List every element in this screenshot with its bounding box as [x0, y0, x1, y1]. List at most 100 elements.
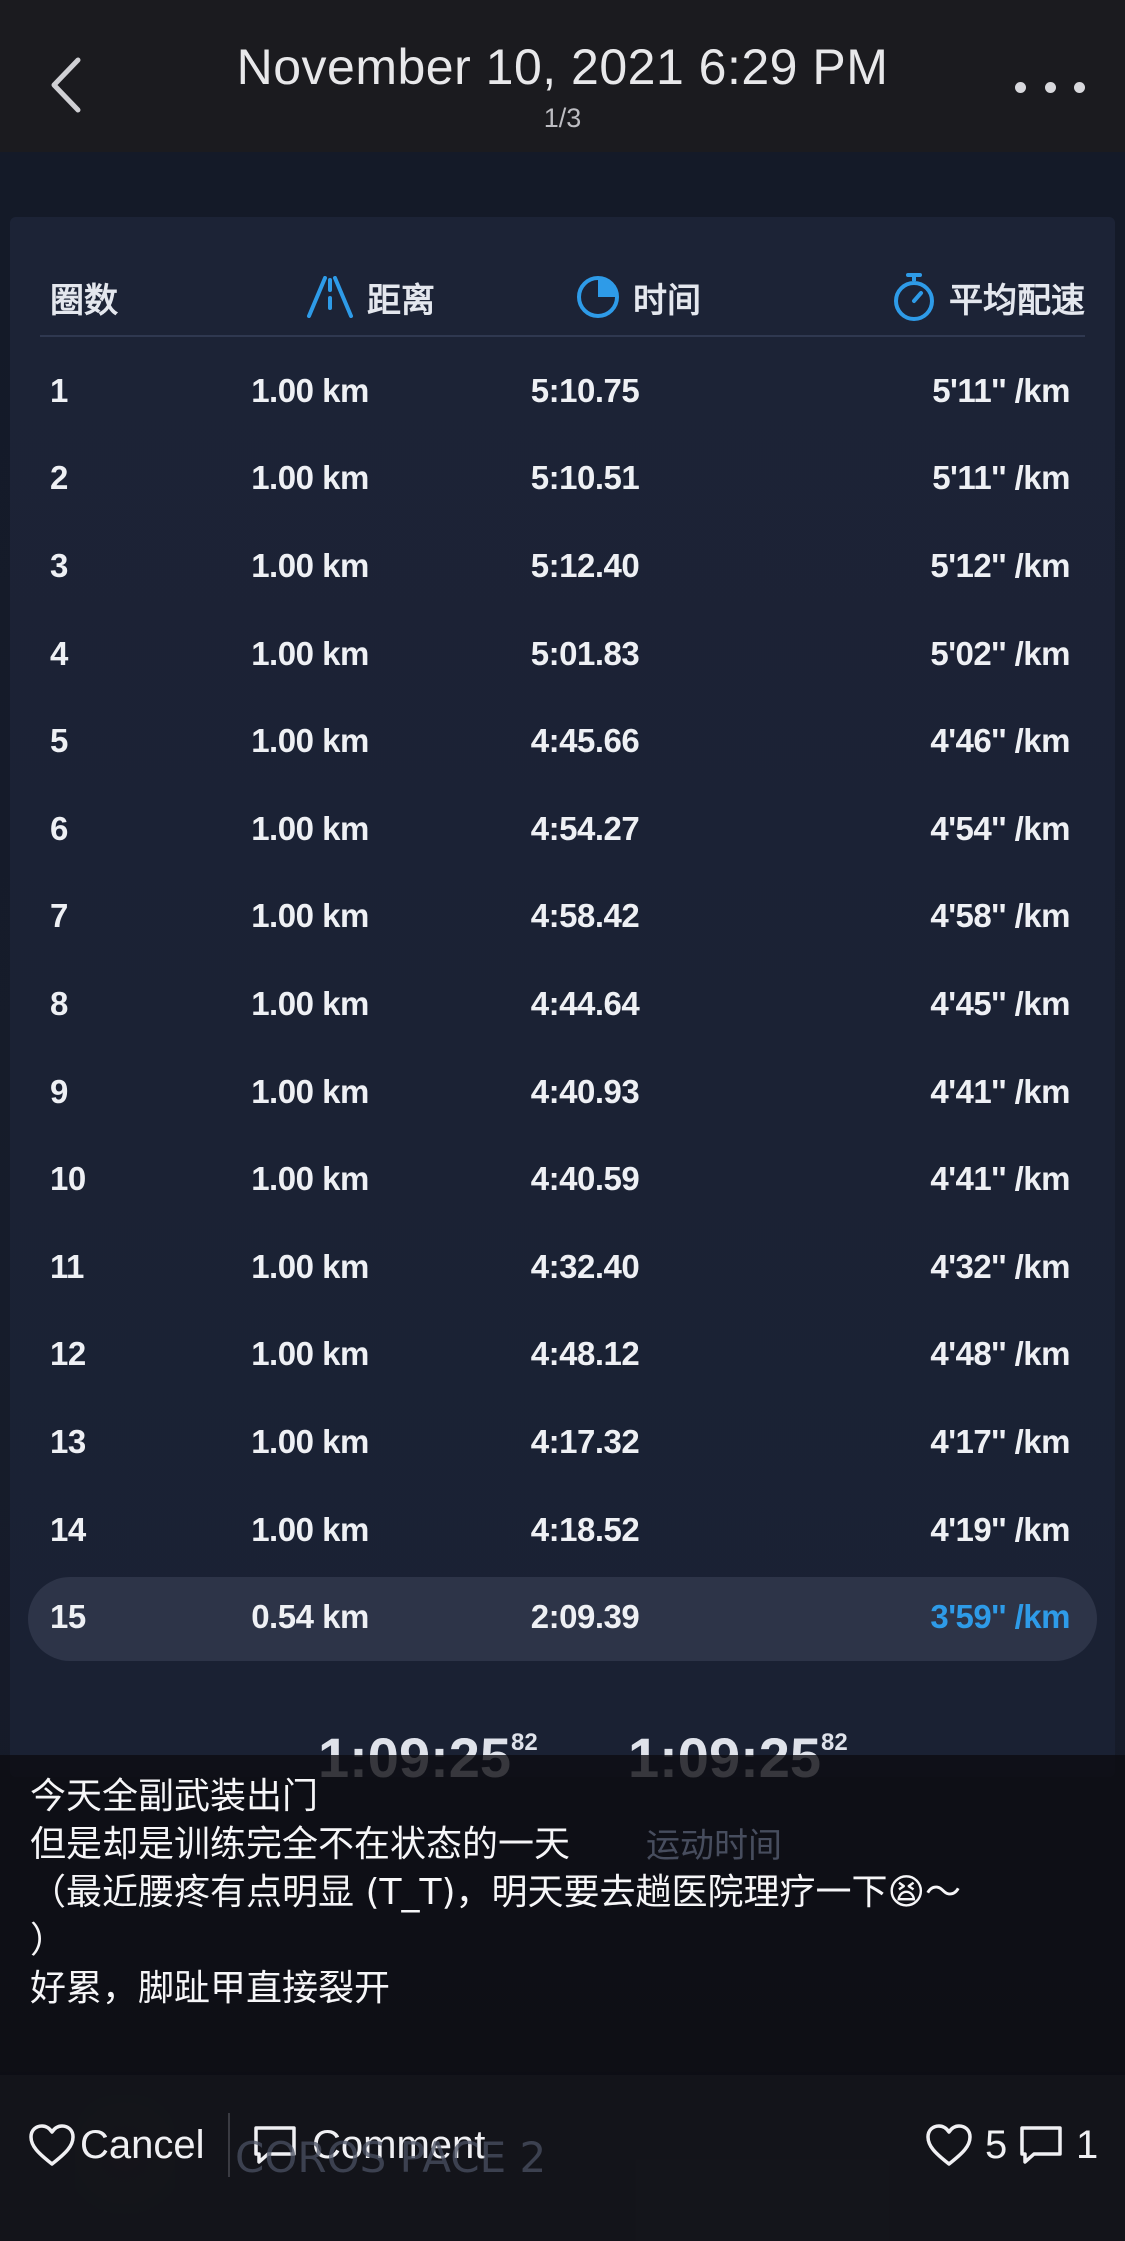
heart-icon [926, 2124, 972, 2166]
lap-time: 4:40.59 [530, 1160, 640, 1198]
lap-number: 15 [50, 1598, 86, 1636]
lap-distance: 1.00 km [251, 1247, 369, 1285]
watch-brand-label: COROS PACE 2 [235, 2133, 547, 2182]
lap-distance: 1.00 km [251, 371, 369, 409]
column-header-distance-label: 距离 [367, 280, 435, 321]
lap-number: 11 [50, 1247, 84, 1285]
lap-number: 6 [50, 809, 68, 847]
lap-number: 12 [50, 1335, 86, 1373]
lap-distance: 0.54 km [251, 1598, 369, 1636]
lap-number: 4 [50, 634, 68, 672]
table-row: 1 1.00 km 5:10.75 5'11'' /km [40, 347, 1085, 435]
lap-number: 5 [50, 722, 68, 760]
lap-distance: 1.00 km [251, 1072, 369, 1110]
column-header-time: 时间 [575, 267, 701, 327]
table-row: 5 1.00 km 4:45.66 4'46'' /km [40, 697, 1085, 785]
table-row: 7 1.00 km 4:58.42 4'58'' /km [40, 873, 1085, 961]
divider [228, 2113, 230, 2177]
more-horizontal-icon [1015, 81, 1026, 93]
lap-time: 4:44.64 [530, 984, 640, 1022]
lap-time: 4:40.93 [530, 1072, 640, 1110]
lap-time: 5:01.83 [530, 634, 640, 672]
more-button[interactable] [1015, 72, 1085, 102]
lap-number: 8 [50, 984, 68, 1022]
lap-distance: 1.00 km [251, 1422, 369, 1460]
lap-pace: 5'11'' /km [932, 371, 1070, 409]
cancel-like-button[interactable]: Cancel [28, 2110, 205, 2180]
table-row: 4 1.00 km 5:01.83 5'02'' /km [40, 610, 1085, 698]
caption-text: 今天全副武装出门 但是却是训练完全不在状态的一天 （最近腰疼有点明显 (T_T)… [30, 1776, 962, 2009]
table-row: 8 1.00 km 4:44.64 4'45'' /km [40, 960, 1085, 1048]
lap-pace: 5'12'' /km [930, 546, 1070, 584]
road-icon [307, 276, 353, 318]
lap-pace: 4'19'' /km [930, 1510, 1070, 1548]
moving-time-label: 运动时间 [646, 1826, 782, 1866]
cancel-label: Cancel [80, 2122, 205, 2167]
post-caption: 今天全副武装出门 但是却是训练完全不在状态的一天 （最近腰疼有点明显 (T_T)… [0, 1755, 1125, 2075]
lap-number: 1 [50, 371, 68, 409]
lap-pace: 4'48'' /km [930, 1335, 1070, 1373]
lap-number: 14 [50, 1510, 86, 1548]
lap-distance: 1.00 km [251, 1510, 369, 1548]
lap-distance: 1.00 km [251, 809, 369, 847]
comments-count-button[interactable]: 1 [1018, 2110, 1098, 2180]
lap-time: 4:58.42 [530, 897, 640, 935]
lap-distance: 1.00 km [251, 1335, 369, 1373]
photo-counter: 1/3 [543, 103, 582, 133]
lap-time: 4:45.66 [530, 722, 640, 760]
lap-time: 4:18.52 [530, 1510, 640, 1548]
lap-distance: 1.00 km [251, 459, 369, 497]
lap-time: 2:09.39 [530, 1598, 640, 1636]
lap-number: 7 [50, 897, 68, 935]
lap-pace: 4'41'' /km [930, 1072, 1070, 1110]
lap-distance: 1.00 km [251, 546, 369, 584]
lap-pace: 4'54'' /km [930, 809, 1070, 847]
stopwatch-icon [894, 273, 934, 321]
top-bar: November 10, 2021 6:29 PM 1/3 [0, 0, 1125, 152]
lap-number: 10 [50, 1160, 86, 1198]
lap-pace: 5'02'' /km [930, 634, 1070, 672]
column-header-pace-label: 平均配速 [949, 280, 1085, 321]
lap-time: 4:48.12 [530, 1335, 640, 1373]
lap-time: 4:17.32 [530, 1422, 640, 1460]
table-row: 11 1.00 km 4:32.40 4'32'' /km [40, 1223, 1085, 1311]
lap-time: 5:10.51 [530, 459, 640, 497]
column-header-laps: 圈数 [50, 280, 118, 321]
lap-distance: 1.00 km [251, 722, 369, 760]
table-row-highlighted: 15 0.54 km 2:09.39 3'59'' /km [28, 1573, 1097, 1661]
lap-distance: 1.00 km [251, 634, 369, 672]
lap-number: 13 [50, 1422, 86, 1460]
lap-time: 4:32.40 [530, 1247, 640, 1285]
page-title: November 10, 2021 6:29 PM [236, 39, 889, 95]
table-row: 13 1.00 km 4:17.32 4'17'' /km [40, 1398, 1085, 1486]
column-header-pace: 平均配速 [891, 267, 1085, 327]
lap-pace: 3'59'' /km [930, 1598, 1070, 1636]
column-header-distance: 距离 [305, 267, 435, 327]
column-header-time-label: 时间 [633, 280, 701, 321]
table-row: 2 1.00 km 5:10.51 5'11'' /km [40, 435, 1085, 523]
lap-number: 2 [50, 459, 68, 497]
bottom-action-bar: Cancel Comment 5 1 [0, 2075, 1125, 2241]
table-header: 圈数 距离 时间 平均配速 [40, 267, 1085, 337]
table-row: 9 1.00 km 4:40.93 4'41'' /km [40, 1048, 1085, 1136]
table-row: 12 1.00 km 4:48.12 4'48'' /km [40, 1311, 1085, 1399]
lap-pace: 4'46'' /km [930, 722, 1070, 760]
lap-pace: 4'58'' /km [930, 897, 1070, 935]
table-body: 1 1.00 km 5:10.75 5'11'' /km 2 1.00 km 5… [28, 347, 1097, 1661]
lap-distance: 1.00 km [251, 984, 369, 1022]
likes-count-button[interactable]: 5 [925, 2110, 1007, 2180]
comments-count: 1 [1076, 2122, 1099, 2167]
laps-table: 圈数 距离 时间 平均配速 1 1.00 km 5:10.75 5'11'' /… [10, 217, 1115, 1777]
lap-pace: 4'17'' /km [930, 1422, 1070, 1460]
lap-pace: 4'41'' /km [930, 1160, 1070, 1198]
clock-icon [577, 276, 619, 318]
heart-icon [29, 2124, 75, 2166]
lap-distance: 1.00 km [251, 1160, 369, 1198]
lap-number: 3 [50, 546, 68, 584]
table-row: 3 1.00 km 5:12.40 5'12'' /km [40, 522, 1085, 610]
table-row: 10 1.00 km 4:40.59 4'41'' /km [40, 1135, 1085, 1223]
table-row: 6 1.00 km 4:54.27 4'54'' /km [40, 785, 1085, 873]
table-row: 14 1.00 km 4:18.52 4'19'' /km [40, 1486, 1085, 1574]
lap-time: 5:12.40 [530, 546, 640, 584]
lap-time: 4:54.27 [530, 809, 640, 847]
